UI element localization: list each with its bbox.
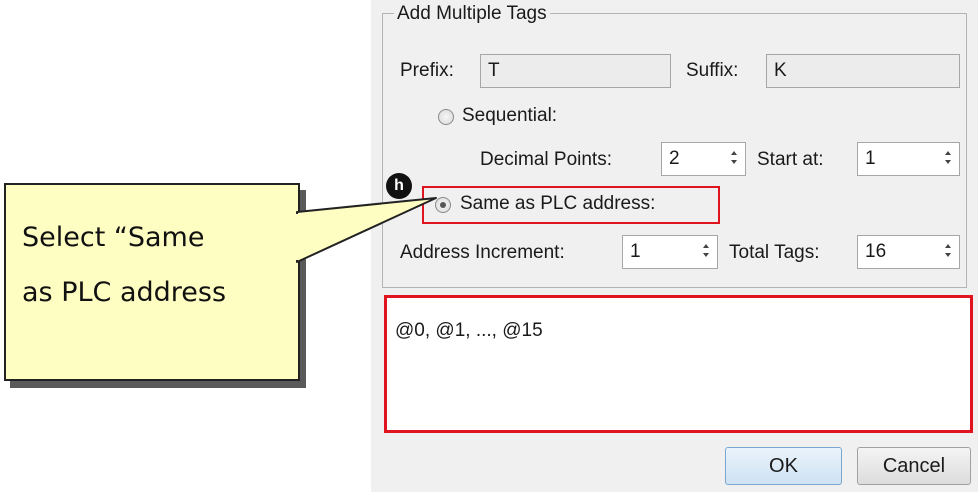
step-badge: h	[386, 173, 412, 199]
callout-text: Select “Same as PLC address	[22, 222, 227, 308]
